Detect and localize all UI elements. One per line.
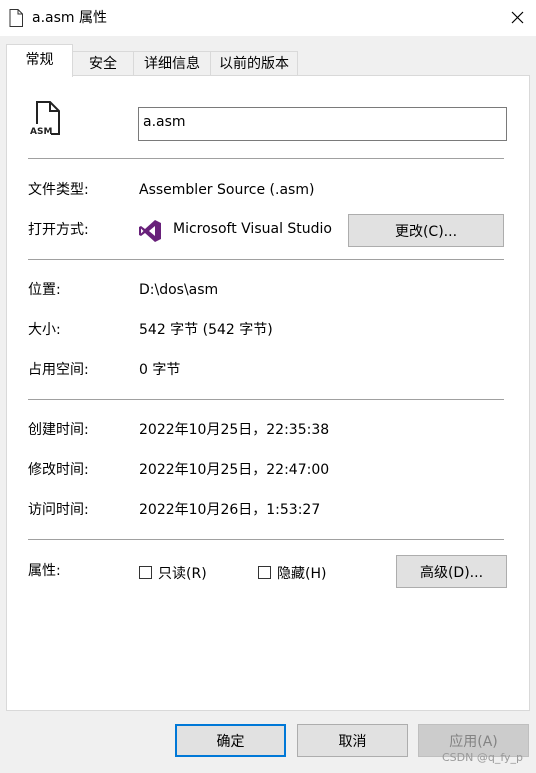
- readonly-checkbox[interactable]: [139, 566, 152, 579]
- tab-general[interactable]: 常规: [6, 44, 73, 77]
- size-on-disk-value: 0 字节: [139, 362, 181, 378]
- advanced-button[interactable]: 高级(D)...: [396, 555, 507, 588]
- accessed-label: 访问时间:: [28, 502, 89, 518]
- size-value: 542 字节 (542 字节): [139, 322, 273, 338]
- size-label: 大小:: [28, 322, 61, 338]
- created-value: 2022年10月25日，22:35:38: [139, 422, 330, 438]
- open-with-label: 打开方式:: [28, 222, 89, 238]
- title-bar: a.asm 属性: [0, 0, 536, 36]
- asm-icon-text: ASM: [30, 127, 52, 137]
- location-value: D:\dos\asm: [139, 282, 219, 298]
- general-panel: [6, 75, 530, 711]
- location-label: 位置:: [28, 282, 61, 298]
- modified-value: 2022年10月25日，22:47:00: [139, 462, 330, 478]
- tab-security[interactable]: 安全: [72, 51, 134, 75]
- readonly-label[interactable]: 只读(R): [158, 565, 207, 583]
- separator: [28, 259, 504, 260]
- accessed-value: 2022年10月26日，1:53:27: [139, 502, 321, 518]
- window-title: a.asm 属性: [32, 10, 107, 26]
- file-type-value: Assembler Source (.asm): [139, 182, 315, 198]
- open-with-value: Microsoft Visual Studio: [173, 221, 332, 237]
- attributes-label: 属性:: [28, 563, 61, 579]
- file-name-input[interactable]: [138, 107, 507, 141]
- size-on-disk-label: 占用空间:: [28, 362, 89, 378]
- hidden-label[interactable]: 隐藏(H): [277, 565, 326, 583]
- cancel-button[interactable]: 取消: [297, 724, 408, 757]
- separator: [28, 158, 504, 159]
- tab-previous-versions[interactable]: 以前的版本: [210, 51, 298, 75]
- modified-label: 修改时间:: [28, 462, 89, 478]
- ok-button[interactable]: 确定: [175, 724, 286, 757]
- change-button[interactable]: 更改(C)...: [348, 214, 504, 247]
- created-label: 创建时间:: [28, 422, 89, 438]
- asm-file-icon: ASM: [29, 101, 60, 137]
- visual-studio-icon: [139, 220, 161, 242]
- separator: [28, 399, 504, 400]
- watermark-text: CSDN @q_fy_p: [442, 751, 524, 764]
- document-icon: [9, 9, 23, 27]
- file-type-label: 文件类型:: [28, 182, 89, 198]
- separator: [28, 539, 504, 540]
- hidden-checkbox[interactable]: [258, 566, 271, 579]
- close-icon[interactable]: [504, 6, 530, 30]
- tab-strip: 常规 安全 详细信息 以前的版本: [6, 44, 530, 77]
- tab-details[interactable]: 详细信息: [133, 51, 211, 75]
